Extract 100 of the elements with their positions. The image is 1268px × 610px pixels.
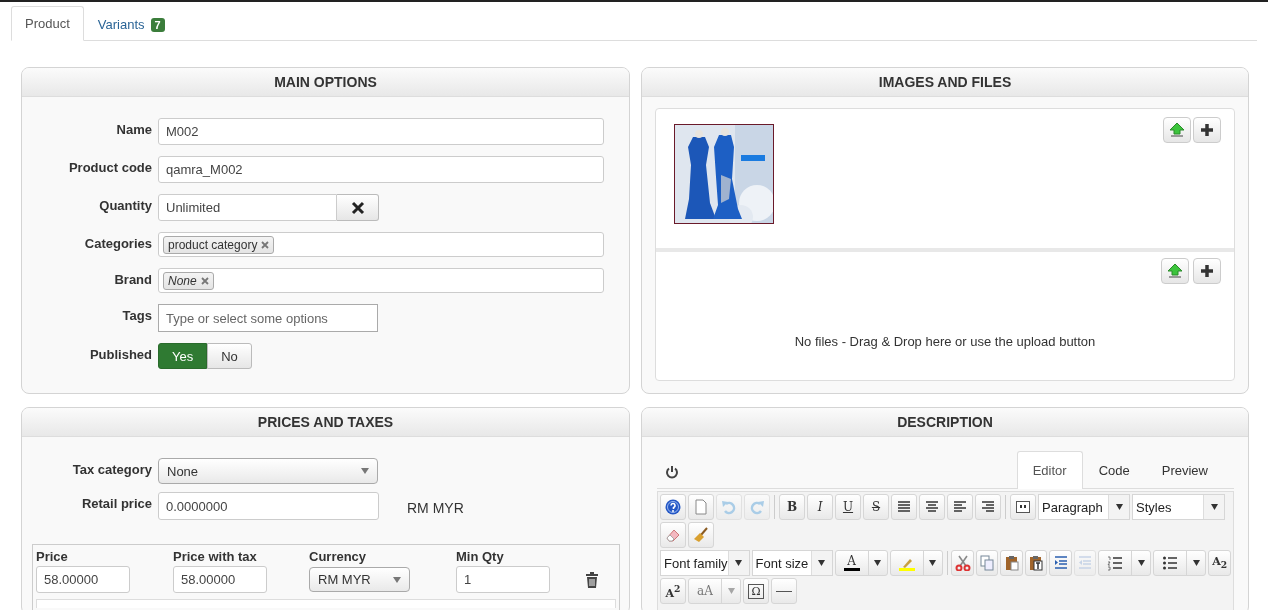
- format-button[interactable]: B: [779, 494, 805, 520]
- caret-icon[interactable]: [929, 560, 937, 566]
- caret-icon[interactable]: [1115, 504, 1123, 510]
- upload-icon: [1169, 122, 1185, 138]
- format-button[interactable]: Ω: [743, 578, 769, 604]
- format-button[interactable]: U: [835, 494, 861, 520]
- panel-title: DESCRIPTION: [642, 408, 1248, 437]
- field-label: Product code: [67, 159, 152, 175]
- clipboard-button[interactable]: [1000, 550, 1023, 576]
- caret-icon[interactable]: [1210, 504, 1218, 510]
- remove-icon[interactable]: [261, 240, 270, 249]
- caret-icon[interactable]: [1192, 560, 1200, 566]
- min-qty-field[interactable]: 1: [456, 566, 550, 593]
- tag-text: product category: [168, 237, 258, 252]
- justify-button[interactable]: [891, 494, 917, 520]
- help-button[interactable]: [660, 494, 686, 520]
- indent-icon: [1052, 555, 1069, 571]
- close-icon: [350, 200, 365, 215]
- format-button[interactable]: A$_{2}$: [1208, 550, 1231, 576]
- tag-field[interactable]: None: [158, 268, 604, 293]
- field-label: Brand: [113, 271, 152, 287]
- outdent-icon: [1077, 555, 1094, 571]
- justify-icon: [896, 499, 912, 515]
- text-field[interactable]: qamra_M002: [158, 156, 604, 183]
- power-icon[interactable]: [665, 465, 679, 479]
- caret-icon[interactable]: [735, 560, 743, 566]
- help-icon: [665, 499, 681, 515]
- upload-button[interactable]: [1161, 258, 1189, 284]
- caret-icon[interactable]: [1137, 560, 1145, 566]
- clipboard-icon: [1003, 555, 1020, 571]
- column-header: Price with tax: [173, 549, 258, 564]
- align-center-icon: [924, 499, 940, 515]
- field-label: Published: [88, 346, 152, 362]
- caret-icon[interactable]: [874, 560, 882, 566]
- trash-icon[interactable]: [586, 571, 598, 588]
- split-button[interactable]: [1153, 550, 1207, 576]
- scissors-button[interactable]: [951, 550, 974, 576]
- plus-icon: [1200, 264, 1214, 278]
- panel-title: IMAGES AND FILES: [642, 68, 1248, 97]
- format-button[interactable]: A$^{2}$: [660, 578, 686, 604]
- editor-tab[interactable]: Code: [1082, 451, 1146, 488]
- panel-title: PRICES AND TAXES: [22, 408, 629, 437]
- redo-icon: [749, 499, 765, 515]
- document-icon: [693, 499, 709, 515]
- currency-select[interactable]: RM MYR: [309, 567, 410, 592]
- price-field[interactable]: 58.00000: [173, 566, 267, 593]
- tax-category-select[interactable]: None: [158, 458, 378, 484]
- remove-icon[interactable]: [200, 276, 209, 285]
- column-header: Price: [36, 549, 69, 564]
- align-right-icon: [980, 499, 996, 515]
- column-header: Min Qty: [456, 549, 505, 564]
- price-field[interactable]: 58.00000: [36, 566, 130, 593]
- field-label: Tax category: [71, 461, 152, 477]
- tag-field[interactable]: product category: [158, 232, 604, 257]
- quote-button[interactable]: [1010, 494, 1036, 520]
- caret-icon: [361, 468, 369, 474]
- upload-button[interactable]: [1163, 117, 1191, 143]
- empty-message: No files - Drag & Drop here or use the upload button: [794, 334, 1096, 349]
- tags-input-field[interactable]: Type or select some options: [158, 304, 378, 332]
- split-button[interactable]: [1098, 550, 1152, 576]
- align-center-button[interactable]: [919, 494, 945, 520]
- toggle-option[interactable]: Yes: [158, 343, 208, 369]
- clear-button[interactable]: [337, 194, 379, 221]
- editor-tab[interactable]: Preview: [1145, 451, 1224, 488]
- retail-price-field[interactable]: 0.0000000: [158, 492, 379, 520]
- format-button[interactable]: S: [863, 494, 889, 520]
- broom-button[interactable]: [688, 522, 714, 548]
- toggle-option[interactable]: No: [207, 343, 252, 369]
- field-label: Retail price: [80, 495, 152, 511]
- horizontal-rule-icon: [776, 590, 792, 592]
- format-button[interactable]: I: [807, 494, 833, 520]
- indent-button[interactable]: [1049, 550, 1072, 576]
- toolbar-select[interactable]: Styles: [1132, 494, 1225, 520]
- toolbar-select[interactable]: Paragraph: [1038, 494, 1130, 520]
- caret-icon[interactable]: [818, 560, 826, 566]
- horizontal-rule-button[interactable]: [771, 578, 797, 604]
- clipboard-button[interactable]: [1024, 550, 1048, 576]
- clipboard-icon: [1028, 555, 1045, 571]
- add-button[interactable]: [1193, 258, 1221, 284]
- field-label: Categories: [83, 235, 152, 251]
- field-label: Tags: [121, 307, 152, 323]
- align-left-button[interactable]: [947, 494, 973, 520]
- toolbar-select[interactable]: Font size: [751, 550, 833, 576]
- editor-tab[interactable]: Editor: [1016, 451, 1083, 489]
- eraser-icon: [665, 527, 681, 543]
- field-label: Name: [115, 121, 152, 137]
- add-button[interactable]: [1193, 117, 1221, 143]
- text-field[interactable]: M002: [158, 118, 604, 145]
- caret-icon: [393, 576, 401, 583]
- toolbar-select[interactable]: Font family: [660, 550, 750, 576]
- currency-label: RM MYR: [406, 499, 465, 516]
- count-badge: 7: [150, 17, 165, 32]
- tab[interactable]: Variants 7: [83, 7, 179, 41]
- quantity-field[interactable]: Unlimited: [158, 194, 337, 221]
- tab[interactable]: Product: [11, 6, 84, 41]
- plus-icon: [1200, 123, 1214, 137]
- scissors-icon: [954, 555, 971, 571]
- split-button[interactable]: A: [834, 550, 888, 576]
- align-right-button[interactable]: [975, 494, 1001, 520]
- undo-icon: [721, 499, 737, 515]
